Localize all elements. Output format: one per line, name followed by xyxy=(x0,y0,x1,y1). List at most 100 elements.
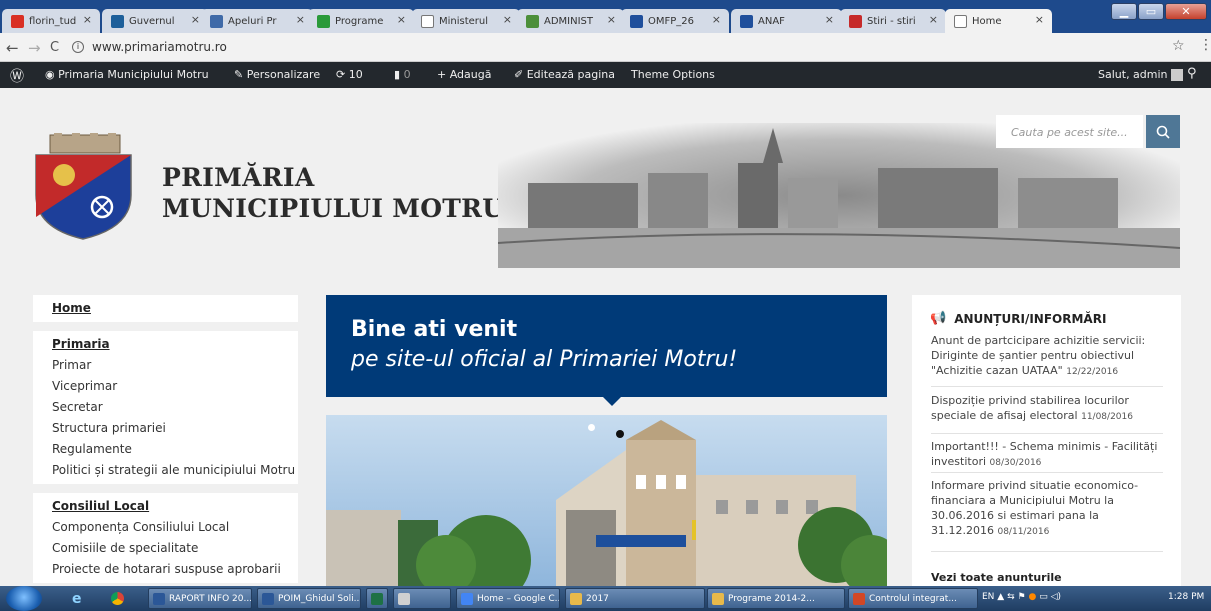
reload-icon[interactable]: C xyxy=(50,40,59,55)
add-new-link[interactable]: + Adaugă xyxy=(437,68,491,81)
url-field[interactable]: i www.primariamotru.ro xyxy=(72,35,227,59)
nav-section-link[interactable]: Home xyxy=(33,298,298,319)
browser-tab[interactable]: florin_tud × xyxy=(2,9,100,33)
welcome-subtitle: pe site-ul oficial al Primariei Motru! xyxy=(351,347,738,372)
nav-section-link[interactable]: Primaria xyxy=(33,334,298,355)
announcement-text: Important!!! - Schema minimis - Facilită… xyxy=(931,440,1158,468)
language-indicator[interactable]: EN xyxy=(982,592,994,602)
flag-icon[interactable]: ⚑ xyxy=(1018,592,1026,602)
taskbar-button[interactable]: RAPORT INFO 20... xyxy=(148,588,252,609)
avatar xyxy=(1171,69,1184,81)
forward-icon[interactable]: → xyxy=(28,39,41,57)
close-tab-icon[interactable]: × xyxy=(929,13,938,26)
taskbar-button[interactable] xyxy=(366,588,388,609)
admin-icon xyxy=(526,14,539,28)
wp-admin-bar: Ⓦ ◉ Primaria Municipiului Motru ✎ Person… xyxy=(0,62,1211,88)
menu-icon[interactable]: ⋮ xyxy=(1199,37,1211,53)
info-icon[interactable]: i xyxy=(72,41,84,53)
close-tab-icon[interactable]: × xyxy=(825,13,834,26)
taskbar-button[interactable]: Controlul integrat... xyxy=(848,588,978,609)
close-tab-icon[interactable]: × xyxy=(607,13,616,26)
folder-icon xyxy=(570,592,582,605)
browser-tab[interactable]: ANAF × xyxy=(731,9,842,33)
antivirus-icon[interactable]: ● xyxy=(1028,592,1036,602)
gmail-icon xyxy=(11,14,24,28)
bookmark-star-icon[interactable]: ☆ xyxy=(1172,38,1185,54)
taskbar-button[interactable]: Programe 2014-2... xyxy=(707,588,845,609)
close-tab-icon[interactable]: × xyxy=(712,13,721,26)
user-greeting[interactable]: Salut, admin xyxy=(1098,68,1184,81)
image-slider[interactable] xyxy=(326,415,887,586)
taskbar-button[interactable] xyxy=(393,588,451,609)
close-tab-icon[interactable]: × xyxy=(503,13,512,26)
nav-link[interactable]: Structura primariei xyxy=(33,418,298,439)
browser-tab[interactable]: ADMINIST × xyxy=(517,9,624,33)
nav-link[interactable]: Viceprimar xyxy=(33,376,298,397)
see-all-announcements-link[interactable]: Vezi toate anunturile xyxy=(931,571,1062,584)
page-icon xyxy=(421,14,434,28)
close-tab-icon[interactable]: × xyxy=(83,13,92,26)
site-title-line1: PRIMĂRIA xyxy=(162,163,315,192)
announcement-item[interactable]: Informare privind situatie economico-fin… xyxy=(931,478,1163,540)
network-icon[interactable]: ⇆ xyxy=(1007,592,1015,602)
browser-tab[interactable]: Guvernul × xyxy=(102,9,208,33)
slider-dot-2[interactable] xyxy=(616,430,624,438)
edit-page-link[interactable]: ✐ Editează pagina xyxy=(514,68,615,81)
taskbar-button[interactable]: POIM_Ghidul Soli... xyxy=(257,588,361,609)
site-title[interactable]: PRIMĂRIA MUNICIPIULUI MOTRU xyxy=(162,162,504,224)
site-search-button[interactable] xyxy=(1146,115,1180,148)
maximize-button[interactable]: ▭ xyxy=(1138,3,1164,20)
theme-options-link[interactable]: Theme Options xyxy=(631,68,715,81)
close-tab-icon[interactable]: × xyxy=(397,13,406,26)
display-icon[interactable]: ▭ xyxy=(1039,592,1048,602)
site-search-input[interactable]: Cauta pe acest site... xyxy=(996,115,1143,148)
announcement-item[interactable]: Important!!! - Schema minimis - Facilită… xyxy=(931,439,1163,471)
wordpress-icon[interactable]: Ⓦ xyxy=(10,66,24,86)
comments-link[interactable]: ▮ 0 xyxy=(394,68,411,81)
slider-image-city-hall xyxy=(326,415,887,586)
clock[interactable]: 1:28 PM xyxy=(1168,592,1204,602)
back-icon[interactable]: ← xyxy=(6,39,19,57)
nav-link[interactable]: Primar xyxy=(33,355,298,376)
slider-dot-1[interactable] xyxy=(588,424,595,431)
comments-count: 0 xyxy=(403,68,411,81)
chrome-quicklaunch-icon[interactable] xyxy=(111,592,124,605)
tray-arrow-icon[interactable]: ▲ xyxy=(997,592,1004,602)
volume-icon[interactable]: ◁) xyxy=(1051,592,1061,602)
nav-link[interactable]: Proiecte de hotarari suspuse aprobarii xyxy=(33,559,298,580)
browser-tab[interactable]: Home × xyxy=(945,9,1052,33)
browser-tab[interactable]: OMFP_26 × xyxy=(621,9,729,33)
close-tab-icon[interactable]: × xyxy=(191,13,200,26)
announcement-item[interactable]: Anunt de partcicipare achizitie servicii… xyxy=(931,333,1163,380)
browser-tab[interactable]: Programe × xyxy=(308,9,414,33)
minimize-button[interactable]: ▁ xyxy=(1111,3,1137,20)
city-crest-logo[interactable] xyxy=(32,133,135,241)
taskbar-button[interactable]: Home – Google C... xyxy=(456,588,560,609)
start-button[interactable] xyxy=(6,586,42,611)
nav-section-link[interactable]: Consiliul Local xyxy=(33,496,298,517)
divider xyxy=(931,472,1163,473)
divider xyxy=(931,433,1163,434)
nav-link[interactable]: Comisiile de specialitate xyxy=(33,538,298,559)
close-window-button[interactable]: ✕ xyxy=(1165,3,1207,20)
nav-link[interactable]: Componența Consiliului Local xyxy=(33,517,298,538)
welcome-banner: Bine ati venit pe site-ul oficial al Pri… xyxy=(326,295,887,406)
nav-link[interactable]: Secretar xyxy=(33,397,298,418)
nav-group: Consiliul Local Componența Consiliului Lo… xyxy=(33,493,298,583)
admin-search-icon[interactable]: ⚲ xyxy=(1187,66,1197,81)
nav-link[interactable]: Regulamente xyxy=(33,439,298,460)
updates-link[interactable]: ⟳ 10 xyxy=(336,68,363,81)
site-name-link[interactable]: ◉ Primaria Municipiului Motru xyxy=(45,68,209,81)
ie-icon[interactable]: e xyxy=(72,591,82,607)
announcement-item[interactable]: Dispoziție privind stabilirea locurilor … xyxy=(931,393,1163,425)
browser-tab[interactable]: Stiri - stiri × xyxy=(840,9,946,33)
browser-tab[interactable]: Apeluri Pr × xyxy=(201,9,313,33)
close-tab-icon[interactable]: × xyxy=(296,13,305,26)
url-text[interactable]: www.primariamotru.ro xyxy=(92,40,227,54)
close-tab-icon[interactable]: × xyxy=(1035,13,1044,26)
nav-link[interactable]: Politici și strategii ale municipiului M… xyxy=(33,460,298,481)
app-icon xyxy=(398,592,410,605)
customize-link[interactable]: ✎ Personalizare xyxy=(234,68,320,81)
browser-tab[interactable]: Ministerul × xyxy=(412,9,520,33)
taskbar-button[interactable]: 2017 xyxy=(565,588,705,609)
